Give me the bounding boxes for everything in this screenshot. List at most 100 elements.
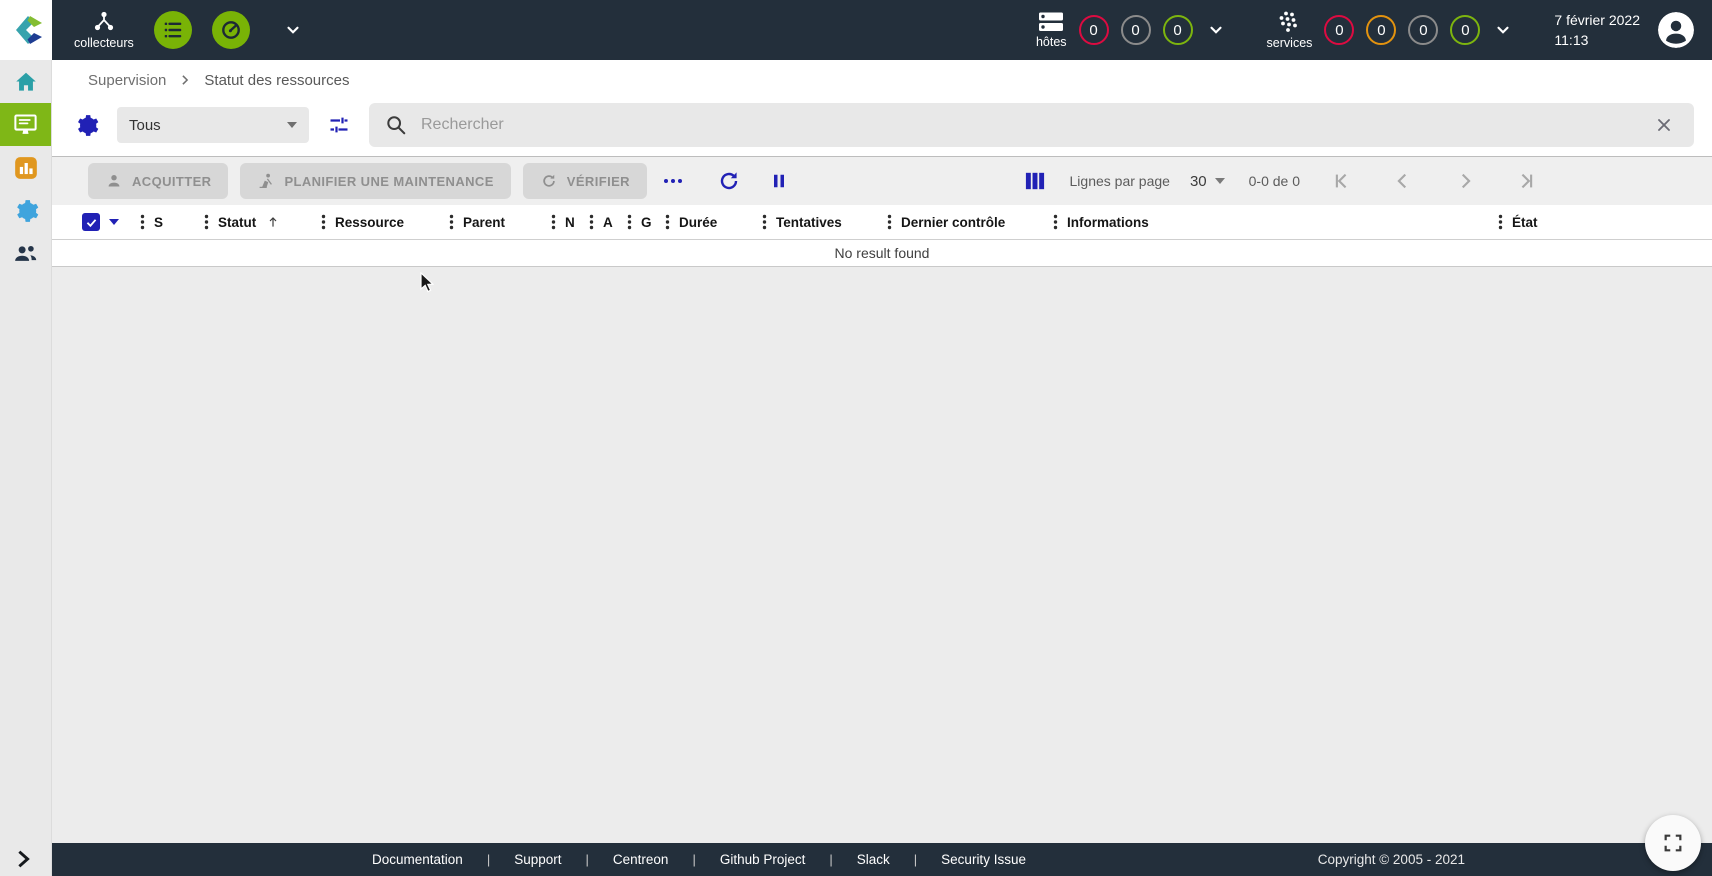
acknowledge-button[interactable]: ACQUITTER bbox=[88, 163, 228, 199]
chevron-left-icon bbox=[1392, 170, 1414, 192]
column-header-duration[interactable]: Durée bbox=[665, 214, 762, 230]
drag-handle-icon[interactable] bbox=[204, 214, 209, 230]
centreon-logo[interactable] bbox=[0, 0, 52, 60]
user-avatar[interactable] bbox=[1658, 12, 1694, 48]
pollers-menu[interactable]: collecteurs bbox=[74, 10, 134, 50]
column-header-state[interactable]: État bbox=[1498, 214, 1562, 230]
breadcrumb-resource-status[interactable]: Statut des ressources bbox=[204, 72, 349, 89]
drag-handle-icon[interactable] bbox=[1498, 214, 1503, 230]
poller-latency-button[interactable] bbox=[212, 11, 250, 49]
column-label: G bbox=[641, 215, 652, 230]
footer: Documentation | Support | Centreon | Git… bbox=[52, 843, 1712, 876]
sidebar-item-reporting[interactable] bbox=[0, 146, 51, 189]
refresh-button[interactable] bbox=[713, 165, 745, 197]
column-header-notes[interactable]: N bbox=[551, 214, 589, 230]
filter-settings-button[interactable] bbox=[70, 109, 103, 142]
breadcrumb-supervision[interactable]: Supervision bbox=[88, 72, 166, 89]
select-options-caret-icon[interactable] bbox=[109, 219, 119, 225]
services-ok-counter[interactable]: 0 bbox=[1450, 15, 1480, 45]
footer-link-centreon[interactable]: Centreon bbox=[611, 852, 671, 867]
footer-separator: | bbox=[564, 852, 611, 867]
footer-link-support[interactable]: Support bbox=[512, 852, 563, 867]
hosts-down-counter[interactable]: 0 bbox=[1079, 15, 1109, 45]
drag-handle-icon[interactable] bbox=[140, 214, 145, 230]
drag-handle-icon[interactable] bbox=[1053, 214, 1058, 230]
select-all-checkbox[interactable] bbox=[82, 213, 100, 231]
hosts-expand-chevron[interactable] bbox=[1207, 21, 1225, 39]
column-header-tries[interactable]: Tentatives bbox=[762, 214, 887, 230]
services-unknown-counter[interactable]: 0 bbox=[1408, 15, 1438, 45]
column-header-parent[interactable]: Parent bbox=[449, 214, 551, 230]
drag-handle-icon[interactable] bbox=[449, 214, 454, 230]
services-critical-counter[interactable]: 0 bbox=[1324, 15, 1354, 45]
next-page-button[interactable] bbox=[1450, 166, 1480, 196]
column-header-last-check[interactable]: Dernier contrôle bbox=[887, 214, 1053, 230]
tune-icon bbox=[327, 113, 351, 137]
acknowledge-label: ACQUITTER bbox=[132, 174, 211, 189]
column-header-graph[interactable]: G bbox=[627, 214, 665, 230]
footer-link-github[interactable]: Github Project bbox=[718, 852, 808, 867]
more-actions-button[interactable] bbox=[659, 173, 687, 189]
column-label: Informations bbox=[1067, 215, 1149, 230]
drag-handle-icon[interactable] bbox=[665, 214, 670, 230]
clock-time: 11:13 bbox=[1554, 30, 1640, 50]
pollers-expand-chevron[interactable] bbox=[284, 21, 302, 39]
drag-handle-icon[interactable] bbox=[887, 214, 892, 230]
footer-link-slack[interactable]: Slack bbox=[855, 852, 892, 867]
hosts-unreachable-counter[interactable]: 0 bbox=[1121, 15, 1151, 45]
select-caret-icon bbox=[1215, 178, 1225, 184]
services-expand-chevron[interactable] bbox=[1494, 21, 1512, 39]
column-header-severity[interactable]: S bbox=[140, 214, 204, 230]
pause-icon bbox=[769, 171, 789, 191]
poller-list-button[interactable] bbox=[154, 11, 192, 49]
sidebar-item-configuration[interactable] bbox=[0, 189, 51, 232]
sort-ascending-icon bbox=[265, 214, 281, 230]
clear-search-button[interactable] bbox=[1650, 111, 1678, 139]
empty-table-message: No result found bbox=[52, 240, 1712, 267]
column-header-information[interactable]: Informations bbox=[1053, 214, 1498, 230]
services-warning-counter[interactable]: 0 bbox=[1366, 15, 1396, 45]
services-menu[interactable]: services bbox=[1267, 10, 1313, 50]
advanced-filters-button[interactable] bbox=[323, 109, 355, 141]
drag-handle-icon[interactable] bbox=[589, 214, 594, 230]
search-box bbox=[369, 103, 1694, 147]
breadcrumb: Supervision Statut des ressources bbox=[52, 60, 1712, 100]
check-button[interactable]: VÉRIFIER bbox=[523, 163, 647, 199]
pause-refresh-button[interactable] bbox=[765, 167, 793, 195]
sidebar-item-administration[interactable] bbox=[0, 232, 51, 275]
columns-icon bbox=[1024, 171, 1046, 191]
drag-handle-icon[interactable] bbox=[762, 214, 767, 230]
services-unknown-count: 0 bbox=[1419, 22, 1427, 39]
sidebar-item-home[interactable] bbox=[0, 60, 51, 103]
no-result-text: No result found bbox=[835, 245, 930, 261]
column-header-action[interactable]: A bbox=[589, 214, 627, 230]
footer-link-documentation[interactable]: Documentation bbox=[370, 852, 465, 867]
sidebar-expand-button[interactable] bbox=[12, 848, 34, 870]
filter-type-select[interactable]: Tous bbox=[117, 107, 309, 143]
rows-per-page-select[interactable]: 30 bbox=[1190, 173, 1225, 190]
column-label: Ressource bbox=[335, 215, 404, 230]
check-label: VÉRIFIER bbox=[567, 174, 630, 189]
sidebar-item-monitoring[interactable] bbox=[0, 103, 51, 146]
column-header-status[interactable]: Statut bbox=[204, 214, 321, 230]
last-page-button[interactable] bbox=[1512, 166, 1542, 196]
set-downtime-button[interactable]: PLANIFIER UNE MAINTENANCE bbox=[240, 163, 510, 199]
services-ok-count: 0 bbox=[1461, 22, 1469, 39]
footer-link-security[interactable]: Security Issue bbox=[939, 852, 1028, 867]
first-page-button[interactable] bbox=[1326, 166, 1356, 196]
pagination-range: 0-0 de 0 bbox=[1249, 173, 1300, 189]
fullscreen-button[interactable] bbox=[1645, 815, 1701, 871]
drag-handle-icon[interactable] bbox=[321, 214, 326, 230]
previous-page-button[interactable] bbox=[1388, 166, 1418, 196]
search-input[interactable] bbox=[421, 116, 1636, 134]
hosts-icon bbox=[1038, 11, 1064, 33]
column-header-resource[interactable]: Ressource bbox=[321, 214, 449, 230]
drag-handle-icon[interactable] bbox=[627, 214, 632, 230]
main-content: Supervision Statut des ressources Tous bbox=[52, 60, 1712, 876]
hosts-menu[interactable]: hôtes bbox=[1036, 11, 1067, 49]
pagination-controls: Lignes par page 30 0-0 de 0 bbox=[1020, 166, 1542, 196]
drag-handle-icon[interactable] bbox=[551, 214, 556, 230]
hosts-up-counter[interactable]: 0 bbox=[1163, 15, 1193, 45]
column-label: Tentatives bbox=[776, 215, 842, 230]
edit-columns-button[interactable] bbox=[1020, 167, 1050, 195]
